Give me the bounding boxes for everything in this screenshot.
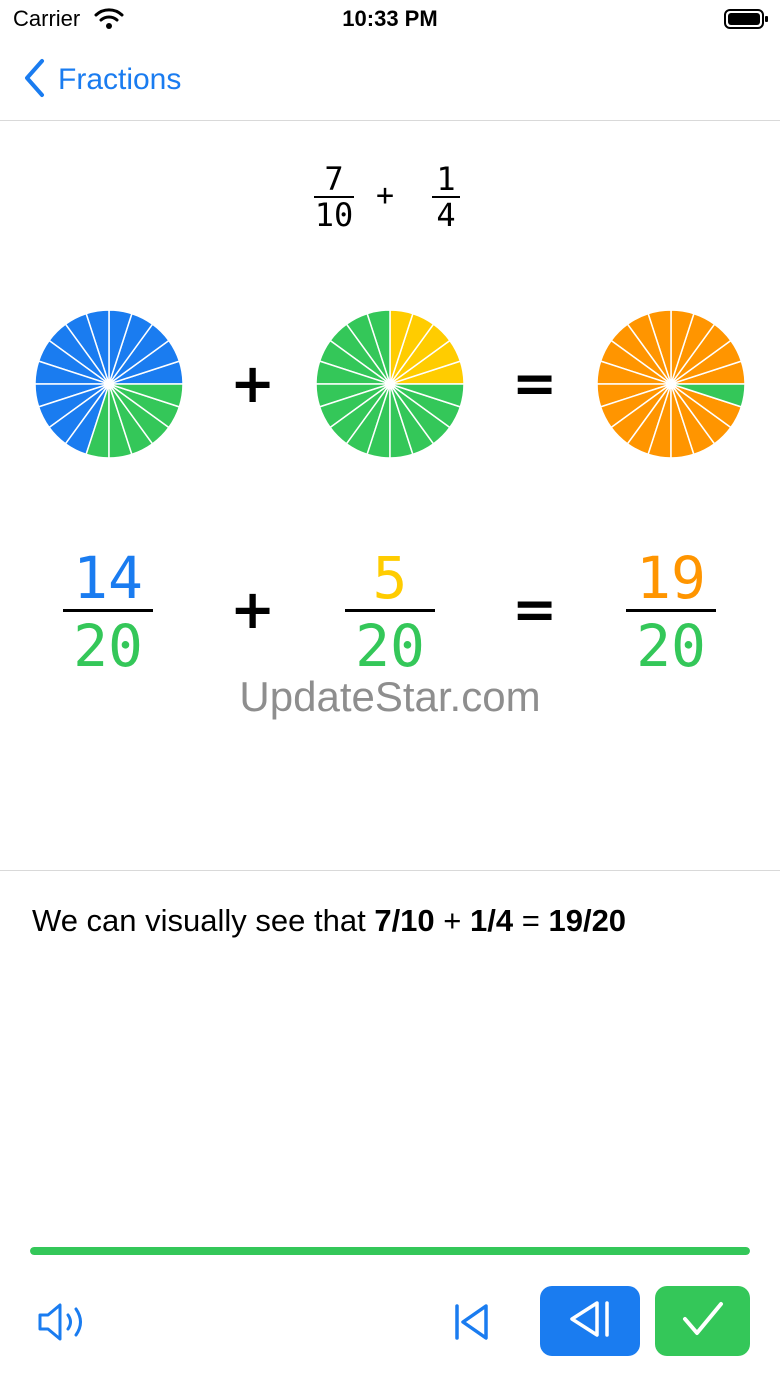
fraction-first-numerator: 14 — [73, 544, 143, 612]
skip-to-start-icon[interactable] — [452, 1302, 492, 1347]
previous-step-button[interactable] — [540, 1286, 640, 1356]
explanation-prefix: We can visually see that — [32, 903, 375, 938]
step-back-icon — [567, 1299, 613, 1344]
navigation-bar: Fractions — [0, 40, 780, 121]
problem-first-numerator: 7 — [324, 160, 344, 198]
problem-fraction-first: 7 10 — [312, 162, 356, 232]
fraction-result-numerator: 19 — [636, 544, 706, 612]
pie-second — [315, 309, 465, 459]
problem-second-numerator: 1 — [436, 160, 456, 198]
problem-fraction-second: 1 4 — [430, 162, 462, 232]
progress-fill — [30, 1247, 750, 1255]
pie-first — [34, 309, 184, 459]
pie-equals: = — [512, 352, 558, 415]
status-bar: Carrier 10:33 PM — [0, 0, 780, 40]
status-time: 10:33 PM — [342, 6, 438, 31]
fraction-second: 5 20 — [340, 548, 440, 676]
fraction-first-denominator: 20 — [73, 612, 143, 680]
explanation-plus: + — [434, 903, 471, 938]
watermark: UpdateStar.com — [239, 673, 541, 720]
explanation-expr1: 7/10 — [374, 903, 435, 938]
pie-result — [596, 309, 746, 459]
explanation-equals: = — [513, 903, 549, 938]
fraction-first: 14 20 — [58, 548, 158, 676]
fraction-second-denominator: 20 — [355, 612, 425, 680]
equation-equals: = — [512, 578, 558, 641]
divider — [0, 870, 780, 871]
problem-first-denominator: 10 — [314, 196, 354, 234]
fraction-result-denominator: 20 — [636, 612, 706, 680]
explanation-expr2: 1/4 — [470, 903, 514, 938]
chevron-left-icon — [22, 58, 46, 103]
battery-icon — [724, 8, 770, 35]
problem-second-denominator: 4 — [436, 196, 456, 234]
speaker-icon[interactable] — [36, 1300, 90, 1349]
problem-operator: + — [376, 178, 395, 213]
explanation-result: 19/20 — [548, 903, 627, 938]
equation-plus: + — [230, 578, 276, 641]
fraction-result: 19 20 — [621, 548, 721, 676]
back-button[interactable]: Fractions — [22, 58, 181, 102]
pie-plus: + — [230, 352, 276, 415]
checkmark-icon — [680, 1299, 726, 1344]
problem-expression: 7 10 + 1 4 — [300, 162, 480, 232]
progress-bar — [30, 1247, 750, 1255]
explanation-text: We can visually see that 7/10 + 1/4 = 19… — [32, 903, 626, 939]
fraction-second-numerator: 5 — [372, 544, 408, 612]
back-label: Fractions — [58, 63, 182, 96]
check-answer-button[interactable] — [655, 1286, 750, 1356]
